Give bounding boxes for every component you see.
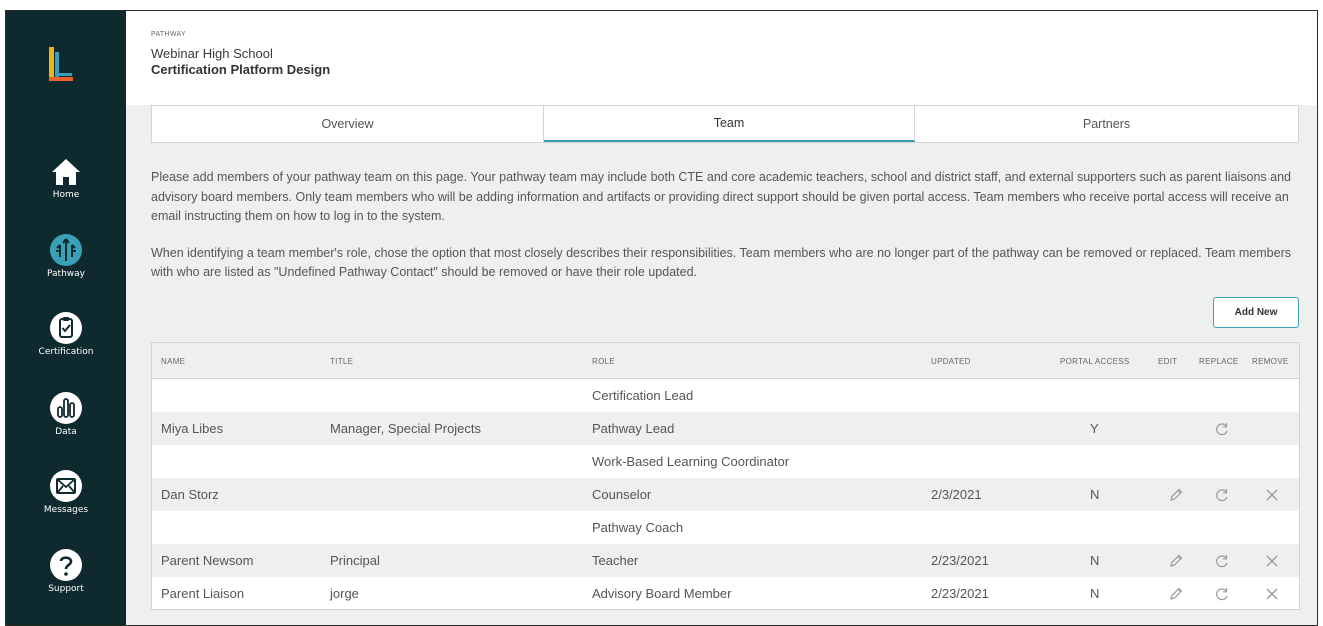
sidebar-item-label: Certification: [38, 347, 94, 357]
cell-role: Teacher: [592, 553, 639, 568]
column-header-edit: EDIT: [1158, 357, 1178, 366]
tab-overview[interactable]: Overview: [152, 106, 544, 142]
pencil-icon[interactable]: [1167, 585, 1185, 603]
refresh-icon[interactable]: [1213, 486, 1231, 504]
instructions-paragraph: When identifying a team member's role, c…: [151, 245, 1291, 280]
clipboard-check-icon: [50, 312, 82, 344]
column-header-updated[interactable]: UPDATED: [931, 357, 971, 366]
sidebar-item-label: Pathway: [47, 269, 85, 279]
cell-role: Counselor: [592, 487, 652, 502]
breadcrumb: PATHWAY: [151, 31, 186, 38]
close-icon[interactable]: [1263, 585, 1281, 603]
cell-name: Dan Storz: [161, 487, 219, 502]
column-header-portal-access[interactable]: PORTAL ACCESS: [1060, 357, 1130, 366]
question-icon: [50, 549, 82, 581]
bar-chart-icon: [50, 392, 82, 424]
app-window: Home Pathway Certification Data Messages…: [5, 10, 1318, 626]
cell-portal-access: N: [1090, 487, 1100, 502]
cell-portal-access: N: [1090, 553, 1100, 568]
cell-updated: 2/3/2021: [931, 487, 982, 502]
sidebar-item-messages[interactable]: Messages: [6, 469, 126, 515]
sidebar-item-label: Home: [52, 190, 80, 200]
cell-updated: 2/23/2021: [931, 586, 989, 601]
add-new-button[interactable]: Add New: [1213, 297, 1299, 328]
instructions: Please add members of your pathway team …: [151, 168, 1301, 300]
cell-title: Manager, Special Projects: [330, 421, 482, 436]
column-header-role[interactable]: ROLE: [592, 357, 615, 366]
instructions-paragraph: Please add members of your pathway team …: [151, 170, 1291, 223]
page-title: Certification Platform Design: [151, 62, 331, 77]
cell-portal-access: N: [1090, 586, 1100, 601]
tab-team[interactable]: Team: [544, 106, 915, 142]
sidebar-item-certification[interactable]: Certification: [6, 311, 126, 357]
sidebar: Home Pathway Certification Data Messages…: [6, 11, 126, 625]
table-row: Dan Storz Counselor 2/3/2021 N: [152, 478, 1299, 511]
refresh-icon[interactable]: [1213, 552, 1231, 570]
tab-partners[interactable]: Partners: [915, 106, 1298, 142]
brand-logo[interactable]: [46, 47, 76, 85]
cell-name: Miya Libes: [161, 421, 224, 436]
sidebar-item-pathway[interactable]: Pathway: [6, 233, 126, 279]
sidebar-item-label: Messages: [43, 505, 89, 515]
column-header-name[interactable]: NAME: [161, 357, 185, 366]
sidebar-item-data[interactable]: Data: [6, 391, 126, 437]
main-content: PATHWAY Webinar High School Certificatio…: [126, 11, 1317, 625]
sidebar-item-home[interactable]: Home: [6, 154, 126, 200]
table-row: Parent Newsom Principal Teacher 2/23/202…: [152, 544, 1299, 577]
table-row: Certification Lead: [152, 379, 1299, 412]
cell-title: Principal: [330, 553, 380, 568]
column-header-replace: REPLACE: [1199, 357, 1239, 366]
cell-role: Advisory Board Member: [592, 586, 732, 601]
column-header-title[interactable]: TITLE: [330, 357, 353, 366]
pencil-icon[interactable]: [1167, 552, 1185, 570]
table-header: NAME TITLE ROLE UPDATED PORTAL ACCESS ED…: [152, 343, 1299, 379]
sidebar-item-label: Data: [55, 427, 77, 437]
tab-bar: Overview Team Partners: [151, 105, 1299, 143]
close-icon[interactable]: [1263, 486, 1281, 504]
table-row: Miya Libes Manager, Special Projects Pat…: [152, 412, 1299, 445]
cell-role: Work-Based Learning Coordinator: [592, 454, 790, 469]
page-header: PATHWAY Webinar High School Certificatio…: [126, 11, 1317, 105]
table-row: Pathway Coach: [152, 511, 1299, 544]
school-name: Webinar High School: [151, 46, 273, 61]
table-row: Work-Based Learning Coordinator: [152, 445, 1299, 478]
sidebar-item-label: Support: [48, 584, 84, 594]
sidebar-item-support[interactable]: Support: [6, 548, 126, 594]
cell-role: Pathway Coach: [592, 520, 684, 535]
cell-portal-access: Y: [1090, 421, 1099, 436]
refresh-icon[interactable]: [1213, 420, 1231, 438]
envelope-icon: [50, 470, 82, 502]
pathway-icon: [50, 234, 82, 266]
home-icon: [52, 159, 80, 185]
team-table: NAME TITLE ROLE UPDATED PORTAL ACCESS ED…: [151, 342, 1300, 610]
table-row: Parent Liaison jorge Advisory Board Memb…: [152, 577, 1299, 610]
table-body: Certification Lead Miya Libes Manager, S…: [152, 379, 1299, 610]
cell-title: jorge: [330, 586, 359, 601]
cell-updated: 2/23/2021: [931, 553, 989, 568]
column-header-remove: REMOVE: [1252, 357, 1289, 366]
refresh-icon[interactable]: [1213, 585, 1231, 603]
pencil-icon[interactable]: [1167, 486, 1185, 504]
cell-role: Certification Lead: [592, 388, 694, 403]
cell-role: Pathway Lead: [592, 421, 675, 436]
cell-name: Parent Newsom: [161, 553, 254, 568]
cell-name: Parent Liaison: [161, 586, 245, 601]
close-icon[interactable]: [1263, 552, 1281, 570]
